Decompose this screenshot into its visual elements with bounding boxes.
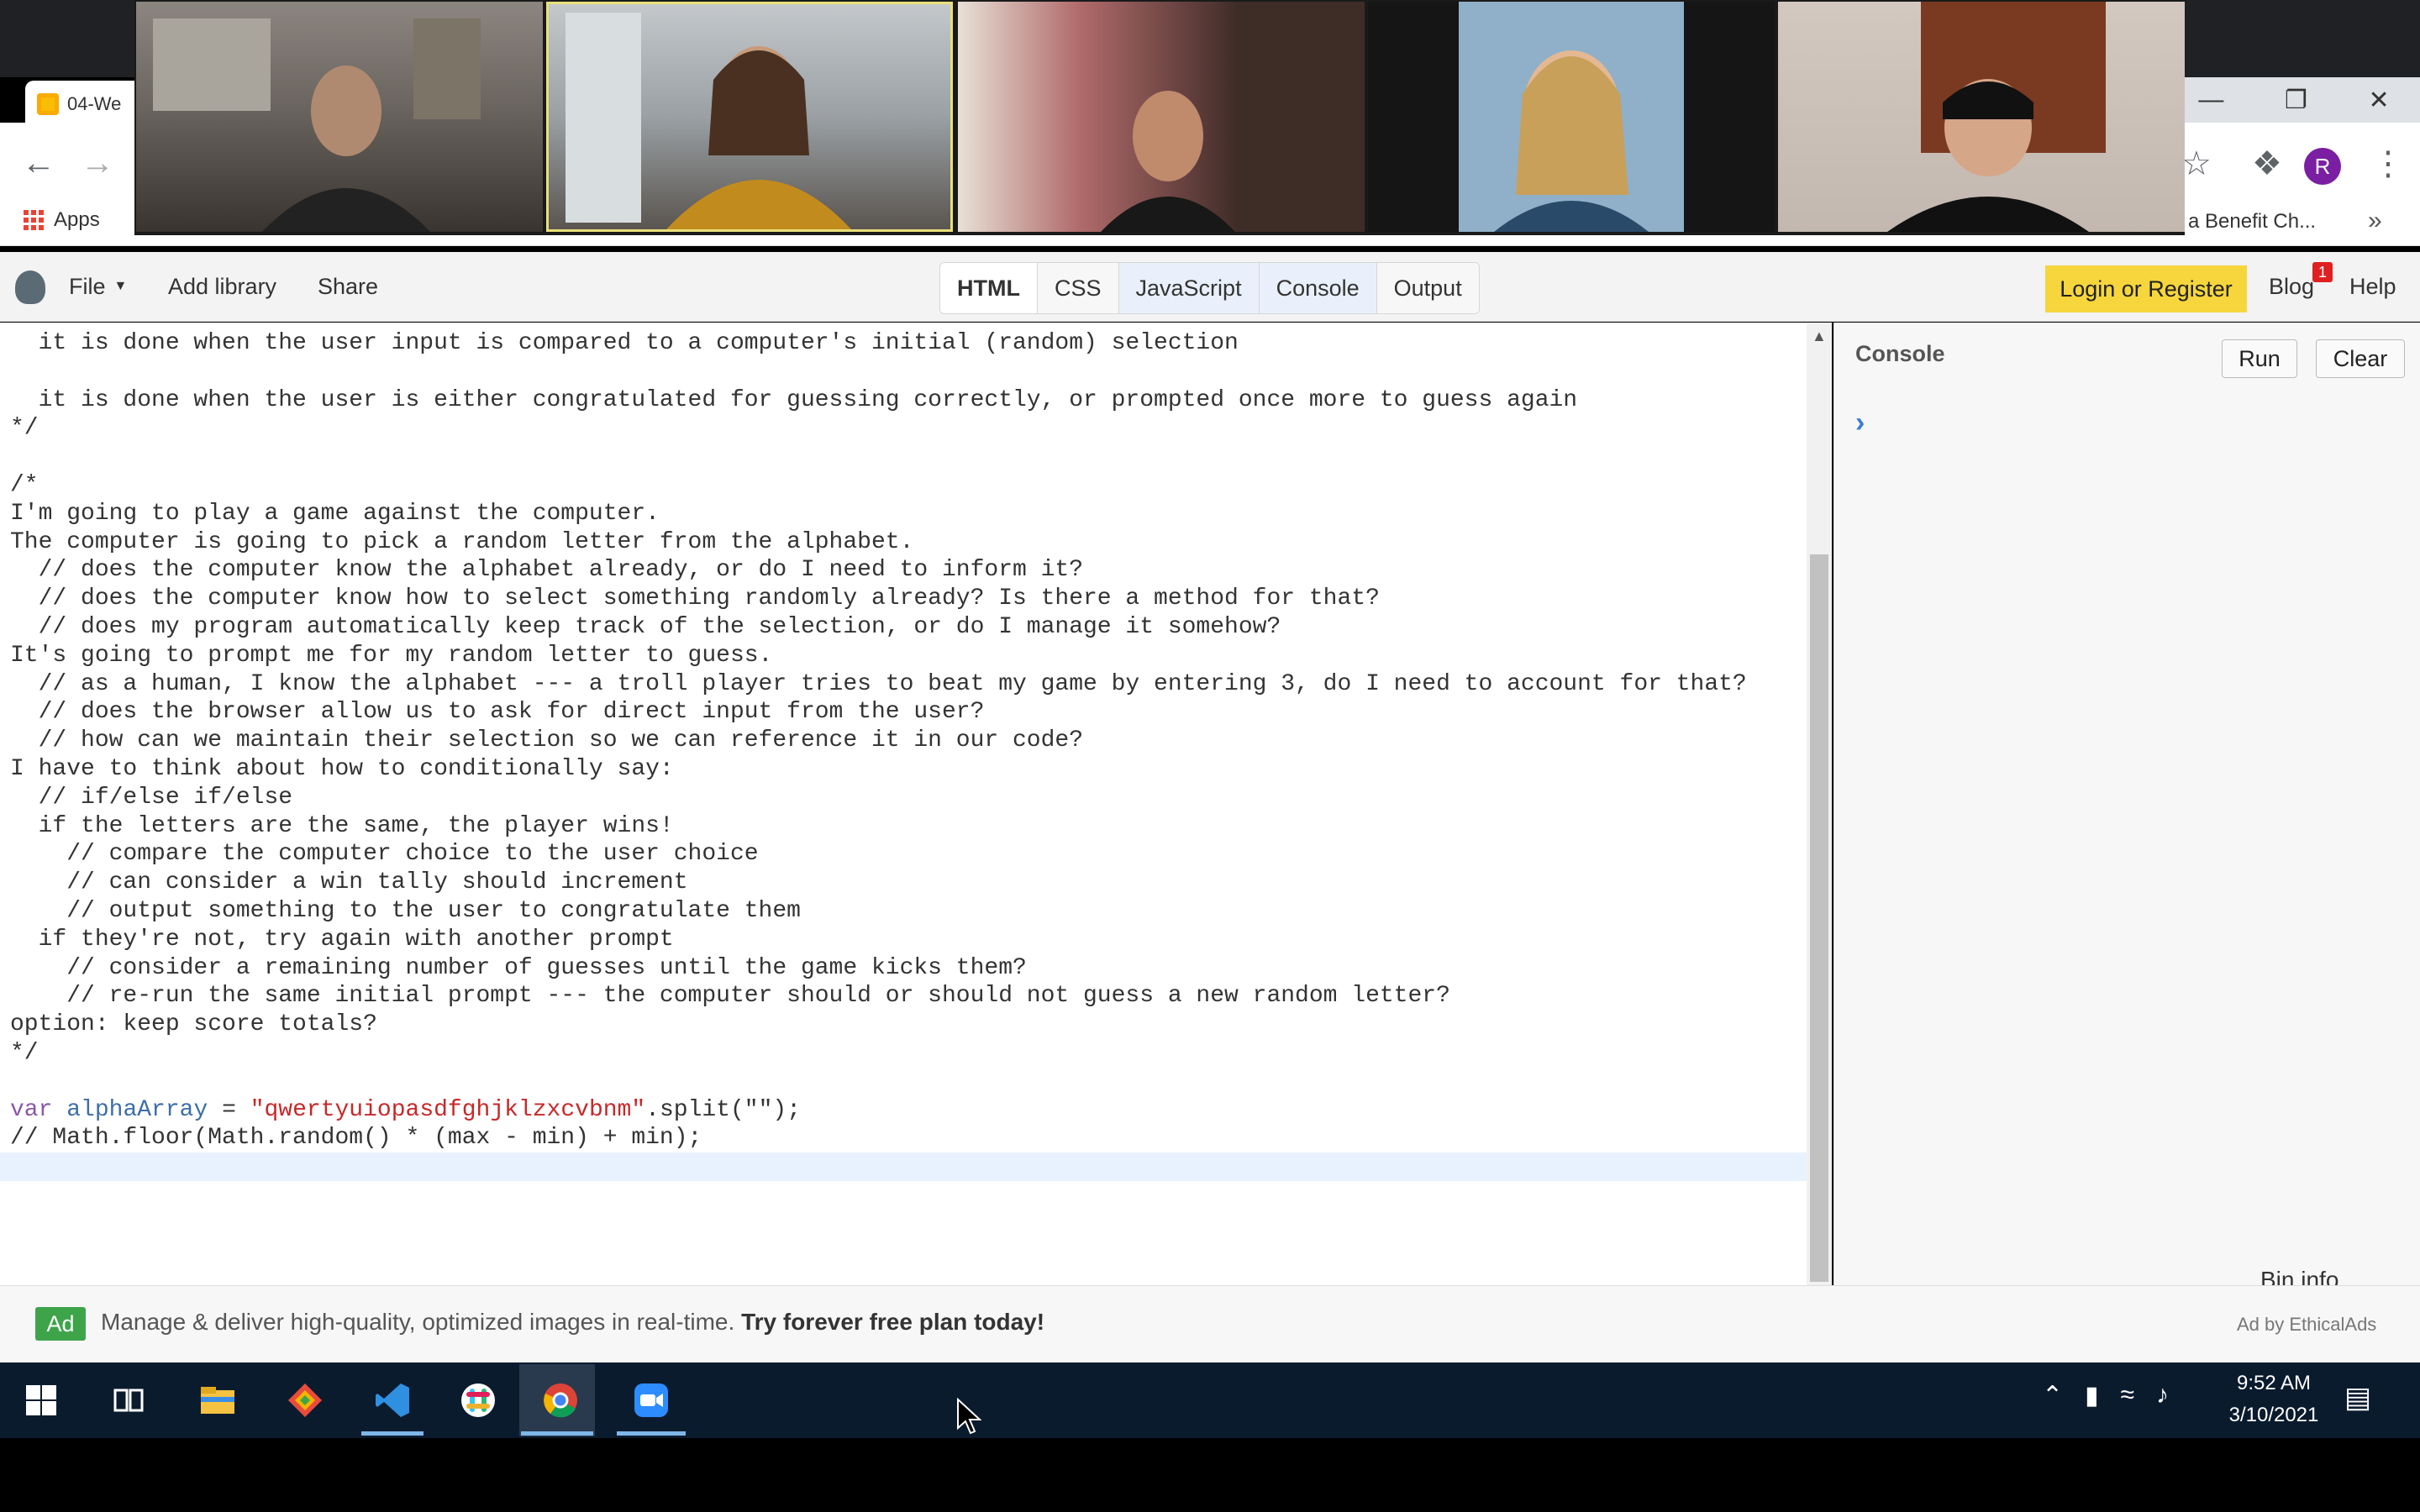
- browser-tab[interactable]: 04-We: [25, 81, 151, 128]
- code-identifier: alphaArray: [66, 1096, 208, 1123]
- ad-text: Manage & deliver high-quality, optimized…: [101, 1309, 735, 1335]
- notification-center-icon[interactable]: ▤: [2344, 1381, 2371, 1415]
- scroll-up-arrow-icon[interactable]: ▲: [1812, 328, 1827, 345]
- video-call-strip: [134, 0, 2185, 235]
- chrome-icon[interactable]: [538, 1378, 583, 1423]
- active-line-highlight: [0, 1152, 1807, 1181]
- apps-grid-icon: [24, 210, 44, 230]
- bookmarks-apps[interactable]: Apps: [24, 208, 100, 232]
- participant-video-3[interactable]: [958, 2, 1365, 232]
- file-menu-label: File: [69, 273, 106, 299]
- share-button[interactable]: Share: [318, 252, 378, 321]
- tab-output[interactable]: Output: [1376, 263, 1479, 313]
- participant-video-1[interactable]: [136, 2, 543, 232]
- help-link[interactable]: Help: [2349, 252, 2396, 321]
- blog-notification-badge: 1: [2312, 262, 2333, 282]
- zoom-icon[interactable]: [629, 1378, 674, 1423]
- clock-date: 3/10/2021: [2228, 1404, 2319, 1426]
- file-explorer-icon[interactable]: [195, 1378, 240, 1423]
- bin-info-label: Bin info: [2260, 1267, 2339, 1287]
- battery-icon[interactable]: ▮: [2085, 1381, 2099, 1410]
- windows-start-icon[interactable]: [18, 1378, 64, 1423]
- apps-label: Apps: [54, 208, 100, 231]
- back-arrow-icon[interactable]: ←: [22, 144, 55, 182]
- restore-icon[interactable]: ❐: [2285, 86, 2307, 115]
- code-editor[interactable]: it is done when the user input is compar…: [0, 323, 1807, 1285]
- mouse-cursor-icon: [957, 1398, 981, 1435]
- participant-silhouette-icon: [1101, 2, 1365, 232]
- profile-avatar[interactable]: R: [2304, 148, 2341, 185]
- code-comment-line: // Math.floor(Math.random() * (max - min…: [10, 1125, 702, 1152]
- forward-arrow-icon[interactable]: →: [81, 144, 114, 182]
- console-pane: [1833, 323, 2420, 1285]
- tab-console[interactable]: Console: [1259, 263, 1377, 313]
- ad-message[interactable]: Manage & deliver high-quality, optimized…: [101, 1309, 1044, 1336]
- participant-silhouette-icon: [566, 13, 851, 229]
- code-comment-block: it is done when the user input is compar…: [10, 330, 1747, 1066]
- code-string: "qwertyuiopasdfghjklzxcvbnm": [250, 1096, 646, 1123]
- pane-tabs: HTML CSS JavaScript Console Output: [939, 262, 1480, 314]
- console-title: Console: [1855, 341, 1945, 366]
- ad-badge: Ad: [35, 1307, 86, 1341]
- tab-css[interactable]: CSS: [1037, 263, 1119, 313]
- participant-silhouette-icon: [153, 18, 481, 232]
- console-prompt-chevron-icon[interactable]: ›: [1855, 407, 1865, 439]
- system-tray: ⌃ ▮ ≈ ♪: [2042, 1381, 2169, 1410]
- tray-chevron-up-icon[interactable]: ⌃: [2042, 1381, 2063, 1410]
- clear-button[interactable]: Clear: [2316, 339, 2405, 378]
- chrome-running-indicator: [521, 1431, 593, 1436]
- wifi-icon[interactable]: ≈: [2121, 1381, 2134, 1410]
- editor-scroll-thumb[interactable]: [1810, 554, 1828, 1282]
- participant-silhouette-icon: [1887, 2, 2106, 232]
- minimize-icon[interactable]: —: [2198, 86, 2223, 114]
- jsfiddle-logo-icon[interactable]: [15, 270, 45, 304]
- slides-favicon-icon: [37, 93, 59, 115]
- run-button[interactable]: Run: [2222, 339, 2297, 378]
- gitkraken-icon[interactable]: [282, 1378, 328, 1423]
- screen-bottom-edge: [0, 1438, 2420, 1512]
- participant-video-5[interactable]: [1778, 2, 2185, 232]
- code-keyword: var: [10, 1096, 53, 1123]
- close-icon[interactable]: ✕: [2369, 86, 2390, 115]
- bookmark-star-icon[interactable]: ☆: [2181, 144, 2212, 183]
- blog-link[interactable]: Blog: [2269, 252, 2314, 321]
- bookmarks-overflow[interactable]: »: [2368, 207, 2382, 235]
- ad-attribution[interactable]: Ad by EthicalAds: [2237, 1314, 2376, 1336]
- tab-javascript[interactable]: JavaScript: [1118, 263, 1260, 313]
- slack-icon[interactable]: [455, 1378, 501, 1423]
- participant-video-2-active-speaker[interactable]: [546, 2, 953, 232]
- caret-down-icon: ▼: [113, 279, 128, 293]
- zoom-running-indicator: [617, 1431, 686, 1436]
- window-controls: — ❐ ✕: [2168, 77, 2420, 123]
- code-operator: =: [208, 1096, 250, 1123]
- bookmark-benefit[interactable]: a Benefit Ch...: [2188, 210, 2316, 234]
- task-view-icon[interactable]: [106, 1378, 151, 1423]
- vscode-icon[interactable]: [370, 1378, 415, 1423]
- extensions-puzzle-icon[interactable]: ❖: [2252, 144, 2282, 183]
- taskbar-clock[interactable]: 9:52 AM 3/10/2021: [2222, 1368, 2326, 1431]
- ad-cta[interactable]: Try forever free plan today!: [741, 1309, 1044, 1335]
- kebab-menu-icon[interactable]: ⋮: [2371, 144, 2405, 183]
- code-call: .split("");: [645, 1096, 802, 1123]
- clock-time: 9:52 AM: [2236, 1372, 2312, 1394]
- volume-icon[interactable]: ♪: [2156, 1381, 2169, 1410]
- participant-silhouette-icon: [1459, 2, 1684, 232]
- browser-tab-title: 04-We: [67, 93, 122, 114]
- file-menu[interactable]: File ▼: [69, 252, 127, 321]
- login-register-button[interactable]: Login or Register: [2045, 265, 2247, 312]
- tab-html[interactable]: HTML: [940, 263, 1038, 313]
- bin-info-link[interactable]: Bin info: [2260, 1267, 2395, 1287]
- add-library-button[interactable]: Add library: [168, 252, 276, 321]
- participant-video-4[interactable]: [1368, 2, 1775, 232]
- vscode-running-indicator: [361, 1431, 424, 1436]
- code-content[interactable]: it is done when the user input is compar…: [10, 329, 1747, 1152]
